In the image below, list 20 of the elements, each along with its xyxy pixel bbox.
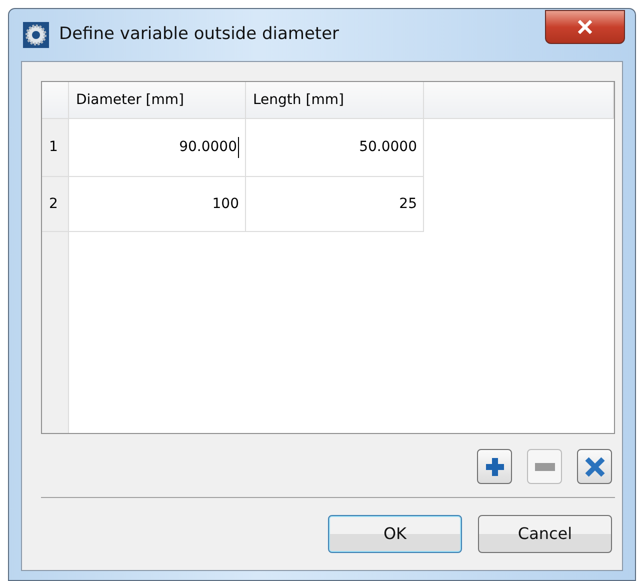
close-button[interactable] bbox=[545, 10, 625, 44]
dialog-button[interactable]: Cancel bbox=[478, 515, 612, 553]
plus-icon bbox=[484, 456, 506, 478]
add-row-button[interactable] bbox=[477, 449, 512, 484]
window-title: Define variable outside diameter bbox=[59, 23, 340, 46]
minus-icon bbox=[534, 462, 554, 470]
delete-icon bbox=[584, 456, 606, 478]
header-corner bbox=[42, 82, 69, 119]
column-header[interactable]: Length [mm] bbox=[246, 82, 424, 119]
delete-row-button[interactable] bbox=[577, 449, 612, 484]
table-cell[interactable]: 50.0000 bbox=[246, 119, 424, 177]
dialog-button[interactable]: OK bbox=[328, 515, 462, 553]
table-cell[interactable]: 100 bbox=[69, 177, 246, 232]
row-header[interactable]: 2 bbox=[42, 177, 69, 232]
close-icon bbox=[577, 20, 593, 34]
app-gear-icon bbox=[23, 22, 49, 48]
row-header[interactable]: 1 bbox=[42, 119, 69, 177]
table-cell[interactable]: 25 bbox=[246, 177, 424, 232]
column-header[interactable]: Diameter [mm] bbox=[69, 82, 246, 119]
table-cell[interactable]: 90.0000 bbox=[69, 119, 246, 177]
